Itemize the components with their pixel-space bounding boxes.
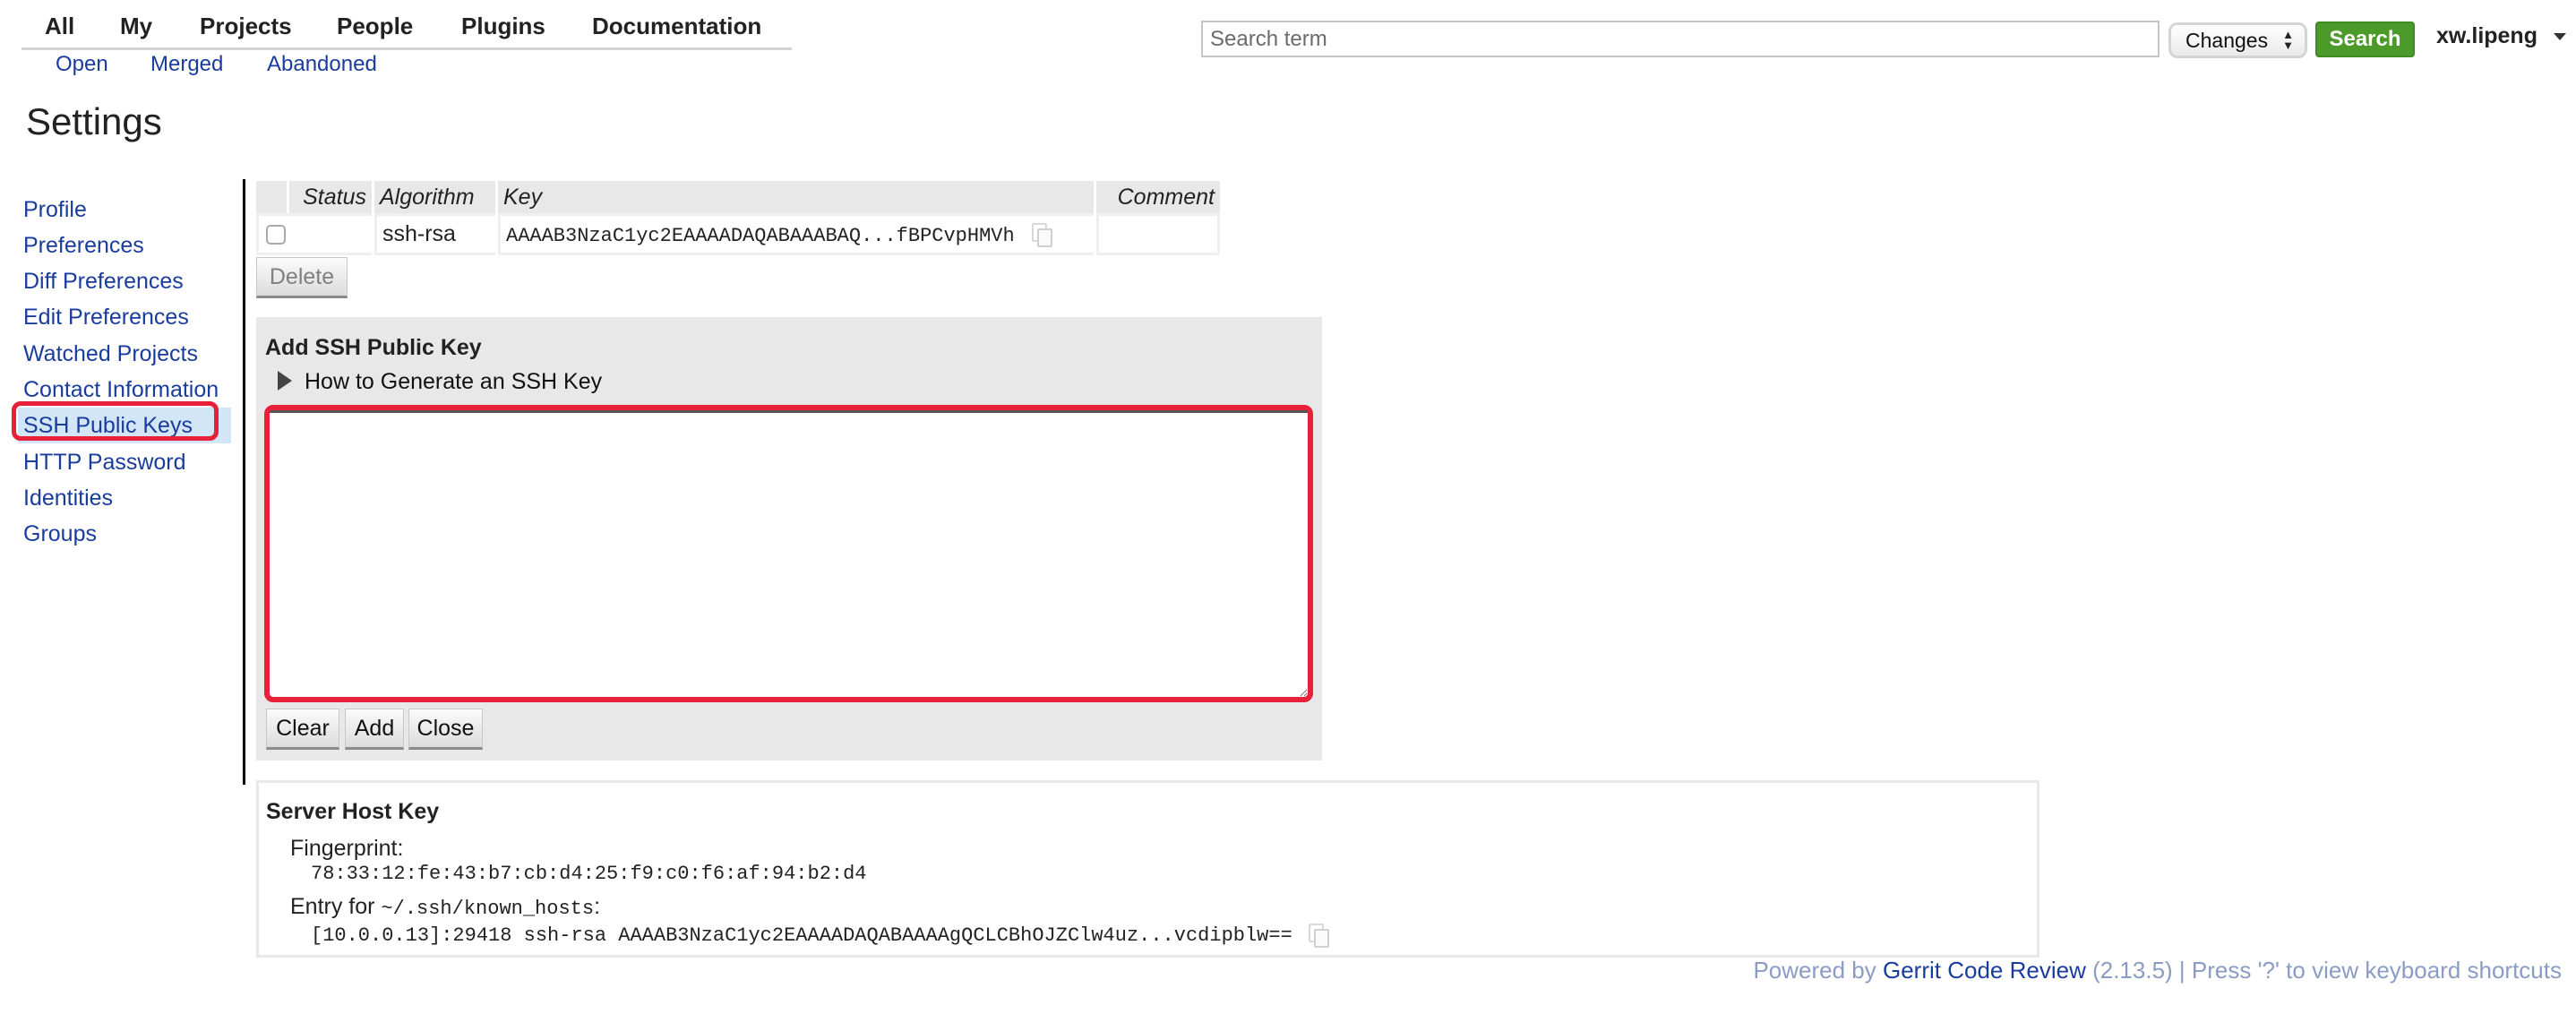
sidebar-item-diff-preferences[interactable]: Diff Preferences — [23, 269, 184, 295]
header-comment: Comment — [1096, 181, 1220, 213]
close-button[interactable]: Close — [408, 709, 483, 750]
ssh-keys-table: Status Algorithm Key Comment ssh-rsa AAA… — [253, 181, 1223, 255]
row-comment — [1096, 213, 1220, 255]
known-hosts-label: Entry for ~/.ssh/known_hosts: — [290, 894, 600, 920]
header-status: Status — [289, 181, 372, 213]
header-select — [256, 181, 287, 213]
menu-all[interactable]: All — [45, 13, 74, 40]
copy-icon[interactable] — [1308, 924, 1329, 949]
known-hosts-entry-text: [10.0.0.13]:29418 ssh-rsa AAAAB3NzaC1yc2… — [311, 924, 1292, 947]
submenu-abandoned[interactable]: Abandoned — [267, 52, 377, 77]
sidebar-item-groups[interactable]: Groups — [23, 521, 97, 547]
content-divider — [243, 179, 245, 785]
known-hosts-entry: [10.0.0.13]:29418 ssh-rsa AAAAB3NzaC1yc2… — [311, 923, 1329, 949]
sidebar-item-identities[interactable]: Identities — [23, 486, 113, 511]
row-key-cell: AAAAB3NzaC1yc2EAAAADAQABAAABAQ...fBPCvpH… — [498, 213, 1094, 255]
header-algorithm: Algorithm — [374, 181, 495, 213]
gerrit-link[interactable]: Gerrit Code Review — [1883, 957, 2086, 984]
row-algorithm: ssh-rsa — [374, 213, 495, 255]
user-name: xw.lipeng — [2436, 23, 2537, 48]
menu-projects[interactable]: Projects — [200, 13, 292, 40]
caret-down-icon — [2553, 33, 2566, 41]
sidebar-item-contact-information[interactable]: Contact Information — [23, 377, 219, 403]
sidebar-item-edit-preferences[interactable]: Edit Preferences — [23, 305, 189, 331]
footer-prefix: Powered by — [1753, 957, 1883, 984]
fingerprint-value: 78:33:12:fe:43:b7:cb:d4:25:f9:c0:f6:af:9… — [311, 863, 867, 885]
add-button[interactable]: Add — [345, 709, 404, 750]
search-button[interactable]: Search — [2315, 21, 2415, 57]
user-menu[interactable]: xw.lipeng — [2436, 23, 2566, 49]
sidebar-item-preferences[interactable]: Preferences — [23, 233, 144, 259]
server-host-key-title: Server Host Key — [266, 799, 440, 824]
search-input[interactable] — [1201, 21, 2160, 57]
howto-generate-toggle[interactable]: How to Generate an SSH Key — [278, 369, 602, 395]
top-menu: All My Projects People Plugins Documenta… — [21, 9, 792, 50]
fingerprint-label: Fingerprint: — [290, 836, 404, 861]
known-hosts-label-prefix: Entry for — [290, 894, 382, 919]
table-header-row: Status Algorithm Key Comment — [256, 181, 1220, 213]
copy-icon[interactable] — [1031, 223, 1052, 248]
search-scope-value: Changes — [2185, 28, 2269, 52]
sidebar-item-watched-projects[interactable]: Watched Projects — [23, 341, 198, 367]
footer: Powered by Gerrit Code Review (2.13.5) |… — [1753, 957, 2562, 984]
menu-people[interactable]: People — [337, 13, 413, 40]
menu-documentation[interactable]: Documentation — [592, 13, 761, 40]
row-select-cell — [256, 213, 372, 255]
row-checkbox[interactable] — [266, 225, 286, 245]
known-hosts-label-suffix: : — [594, 894, 601, 919]
menu-my[interactable]: My — [120, 13, 152, 40]
sidebar-item-profile[interactable]: Profile — [23, 197, 87, 223]
header-key: Key — [498, 181, 1094, 213]
delete-button[interactable]: Delete — [256, 257, 348, 298]
ssh-key-textarea[interactable] — [264, 405, 1313, 702]
highlight-annotation-ring — [12, 401, 219, 441]
page-title: Settings — [26, 100, 162, 142]
sidebar-item-http-password[interactable]: HTTP Password — [23, 450, 186, 476]
menu-plugins[interactable]: Plugins — [461, 13, 545, 40]
howto-label: How to Generate an SSH Key — [305, 369, 603, 394]
textarea-inner-shadow — [270, 410, 1308, 413]
add-ssh-key-title: Add SSH Public Key — [265, 335, 482, 360]
disclosure-triangle-icon — [278, 371, 292, 391]
table-row: ssh-rsa AAAAB3NzaC1yc2EAAAADAQABAAABAQ..… — [256, 213, 1220, 255]
footer-suffix: (2.13.5) | Press '?' to view keyboard sh… — [2085, 957, 2562, 984]
submenu-merged[interactable]: Merged — [150, 52, 223, 77]
select-arrows-icon: ▲ ▼ — [2282, 28, 2294, 52]
search-scope-select[interactable]: Changes ▲ ▼ — [2168, 22, 2307, 58]
known-hosts-path: ~/.ssh/known_hosts — [381, 898, 595, 920]
submenu-open[interactable]: Open — [56, 52, 108, 77]
clear-button[interactable]: Clear — [266, 709, 339, 750]
row-key: AAAAB3NzaC1yc2EAAAADAQABAAABAQ...fBPCvpH… — [506, 225, 1015, 247]
